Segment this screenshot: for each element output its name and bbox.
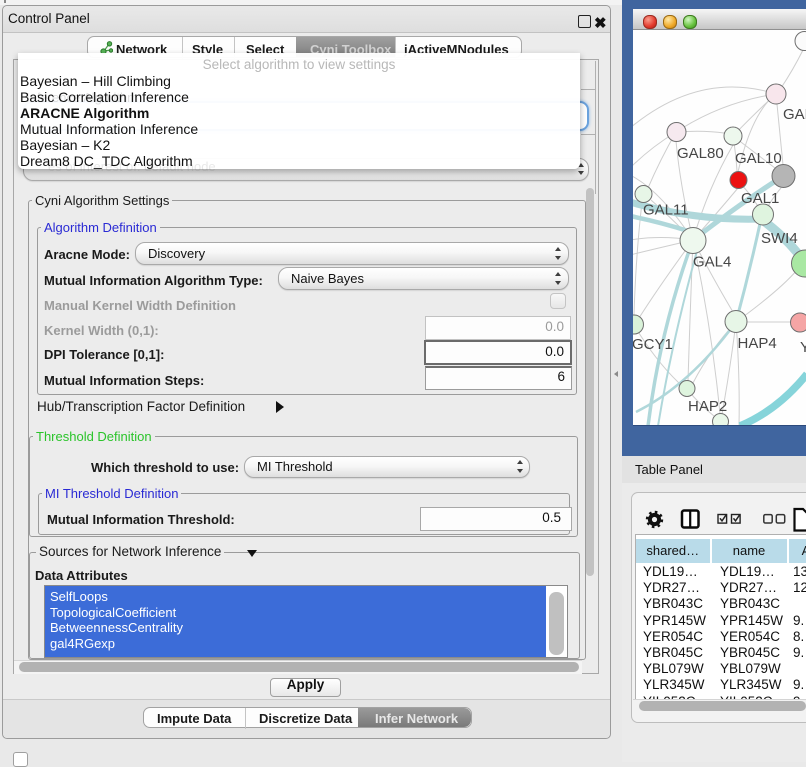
svg-text:GAL1: GAL1 [741,190,779,207]
svg-text:HAP4: HAP4 [738,335,777,352]
svg-text:GAL11: GAL11 [643,202,689,219]
svg-text:SWI4: SWI4 [761,230,798,247]
svg-text:GAL4: GAL4 [693,254,731,271]
svg-text:GAL10: GAL10 [735,150,782,167]
svg-text:GCY1: GCY1 [633,336,673,353]
svg-text:HAP2: HAP2 [688,398,727,415]
svg-text:Y: Y [800,339,806,356]
svg-text:GAL2: GAL2 [783,106,806,123]
svg-text:GAL80: GAL80 [677,145,724,162]
